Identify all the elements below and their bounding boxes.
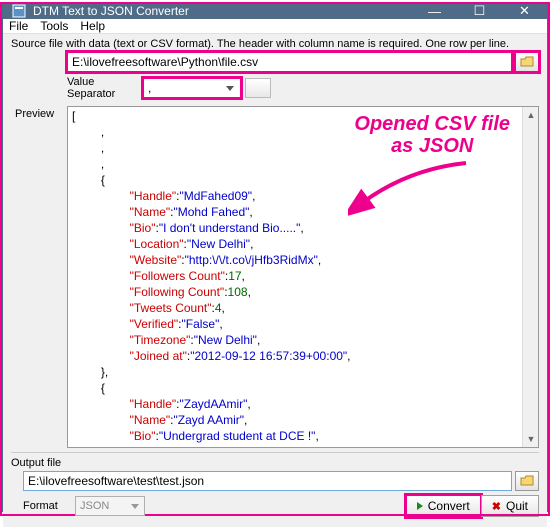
annotation-overlay: Opened CSV file as JSON xyxy=(354,113,510,157)
scroll-up-icon[interactable]: ▲ xyxy=(523,107,539,123)
scroll-down-icon[interactable]: ▼ xyxy=(523,431,539,447)
format-combo: JSON xyxy=(75,496,145,516)
separator-combo[interactable]: , xyxy=(143,78,241,98)
preview-textarea[interactable]: [ , , , { "Handle":"MdFahed09", "Name":"… xyxy=(67,106,539,448)
scrollbar[interactable]: ▲ ▼ xyxy=(522,107,538,447)
arrow-annotation-icon xyxy=(348,159,478,219)
